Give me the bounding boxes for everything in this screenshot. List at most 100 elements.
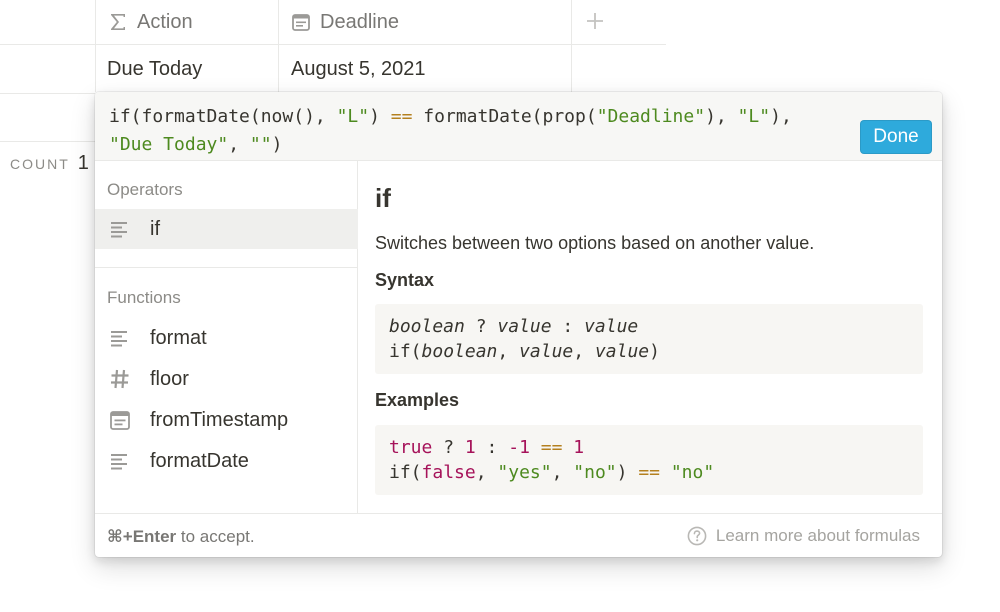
- code-token: ?: [432, 437, 465, 458]
- code-string: "yes": [497, 462, 552, 483]
- code-string: "no": [670, 462, 715, 483]
- list-item-label: floor: [150, 367, 189, 390]
- hash-icon: [109, 368, 131, 390]
- formula-reference-list: Operators if Functions format floor from…: [95, 161, 358, 513]
- count-value: 1: [77, 152, 89, 174]
- function-documentation: if Switches between two options based on…: [359, 161, 942, 513]
- text-lines-icon: [109, 327, 131, 349]
- code-string: "no": [573, 462, 617, 483]
- code-token: value: [519, 341, 574, 362]
- code-string: "L": [737, 106, 771, 127]
- text-lines-icon: [109, 218, 131, 240]
- code-token: ,: [228, 134, 250, 155]
- code-token: :: [475, 437, 509, 458]
- code-token: ,: [475, 462, 498, 483]
- code-token: ,: [551, 462, 574, 483]
- code-keyword: false: [421, 462, 476, 483]
- code-token: value: [497, 316, 552, 337]
- column-divider: [95, 0, 96, 92]
- section-divider: [95, 267, 358, 268]
- code-token: boolean: [389, 316, 465, 337]
- count-aggregate[interactable]: COUNT 1: [10, 152, 89, 175]
- count-label: COUNT: [10, 156, 70, 172]
- examples-code-block: true ? 1 : -1 == 1 if(false, "yes", "no"…: [375, 425, 923, 495]
- code-string: "": [249, 134, 272, 155]
- syntax-line-2: if(boolean, value, value): [389, 341, 660, 362]
- shortcut-key: ⌘+Enter: [107, 527, 177, 546]
- formula-line-2[interactable]: "Due Today", ""): [109, 134, 282, 155]
- code-token: ): [271, 134, 283, 155]
- learn-more-label: Learn more about formulas: [715, 526, 920, 545]
- column-header-action[interactable]: Action: [107, 0, 193, 44]
- code-token: ): [369, 106, 391, 127]
- code-keyword: true: [389, 437, 433, 458]
- done-button[interactable]: Done: [860, 120, 932, 154]
- operators-section-label: Operators: [107, 180, 183, 199]
- calendar-icon: [109, 409, 131, 431]
- column-header-deadline[interactable]: Deadline: [290, 0, 399, 44]
- column-divider: [278, 0, 279, 92]
- code-number: 1: [573, 437, 585, 458]
- code-string: "L": [336, 106, 370, 127]
- code-token: if(: [389, 341, 422, 362]
- question-circle-icon: [687, 526, 707, 546]
- cell-action[interactable]: Due Today: [107, 45, 202, 93]
- code-string: "Deadline": [596, 106, 706, 127]
- code-token: ),: [770, 106, 792, 127]
- code-operator: ==: [638, 462, 660, 483]
- syntax-heading: Syntax: [375, 270, 435, 290]
- code-token: ),: [705, 106, 738, 127]
- code-token: if(formatDate(now(),: [109, 106, 337, 127]
- code-token: ,: [497, 341, 520, 362]
- plus-icon: [587, 13, 603, 29]
- list-item-formatdate[interactable]: formatDate: [95, 441, 358, 481]
- example-line-2: if(false, "yes", "no") == "no": [389, 462, 714, 483]
- list-item-if[interactable]: if: [95, 209, 358, 249]
- code-token: if(: [389, 462, 422, 483]
- list-item-fromtimestamp[interactable]: fromTimestamp: [95, 400, 358, 440]
- code-token: value: [594, 341, 650, 362]
- popup-footer: ⌘+Enter to accept. Learn more about form…: [95, 513, 942, 557]
- add-column-button[interactable]: [582, 8, 608, 34]
- code-token: ?: [464, 316, 498, 337]
- code-string: "Due Today": [109, 134, 229, 155]
- accept-hint: ⌘+Enter to accept.: [107, 527, 255, 547]
- syntax-code-block: boolean ? value : value if(boolean, valu…: [375, 304, 923, 374]
- code-operator: ==: [540, 437, 563, 458]
- column-header-label: Action: [137, 10, 193, 33]
- doc-description: Switches between two options based on an…: [375, 233, 815, 253]
- doc-title: if: [375, 183, 391, 213]
- code-token: ): [616, 462, 639, 483]
- list-item-label: formatDate: [150, 449, 249, 472]
- example-line-1: true ? 1 : -1 == 1: [389, 437, 584, 458]
- column-divider: [571, 0, 572, 92]
- list-item-label: format: [150, 326, 207, 349]
- code-token: boolean: [421, 341, 498, 362]
- row-divider: [0, 141, 95, 142]
- code-number: 1: [464, 437, 476, 458]
- code-token: value: [584, 316, 639, 337]
- code-token: ): [649, 341, 660, 362]
- formula-line-1[interactable]: if(formatDate(now(), "L") == formatDate(…: [109, 106, 792, 127]
- cell-deadline[interactable]: August 5, 2021: [291, 45, 426, 93]
- row-divider: [0, 93, 95, 94]
- list-item-floor[interactable]: floor: [95, 359, 358, 399]
- code-token: ,: [573, 341, 595, 362]
- code-token: :: [551, 316, 585, 337]
- functions-section-label: Functions: [107, 288, 181, 307]
- syntax-line-1: boolean ? value : value: [389, 316, 638, 337]
- formula-popup: if(formatDate(now(), "L") == formatDate(…: [95, 92, 942, 557]
- list-item-label: if: [150, 217, 160, 240]
- learn-more-link[interactable]: Learn more about formulas: [687, 526, 920, 546]
- formula-sigma-icon: [107, 11, 129, 33]
- code-number: -1: [508, 437, 530, 458]
- text-lines-icon: [109, 450, 131, 472]
- list-item-format[interactable]: format: [95, 318, 358, 358]
- formula-editor[interactable]: if(formatDate(now(), "L") == formatDate(…: [95, 92, 942, 161]
- examples-heading: Examples: [375, 390, 460, 410]
- list-item-label: fromTimestamp: [150, 408, 289, 431]
- calendar-icon: [290, 11, 312, 33]
